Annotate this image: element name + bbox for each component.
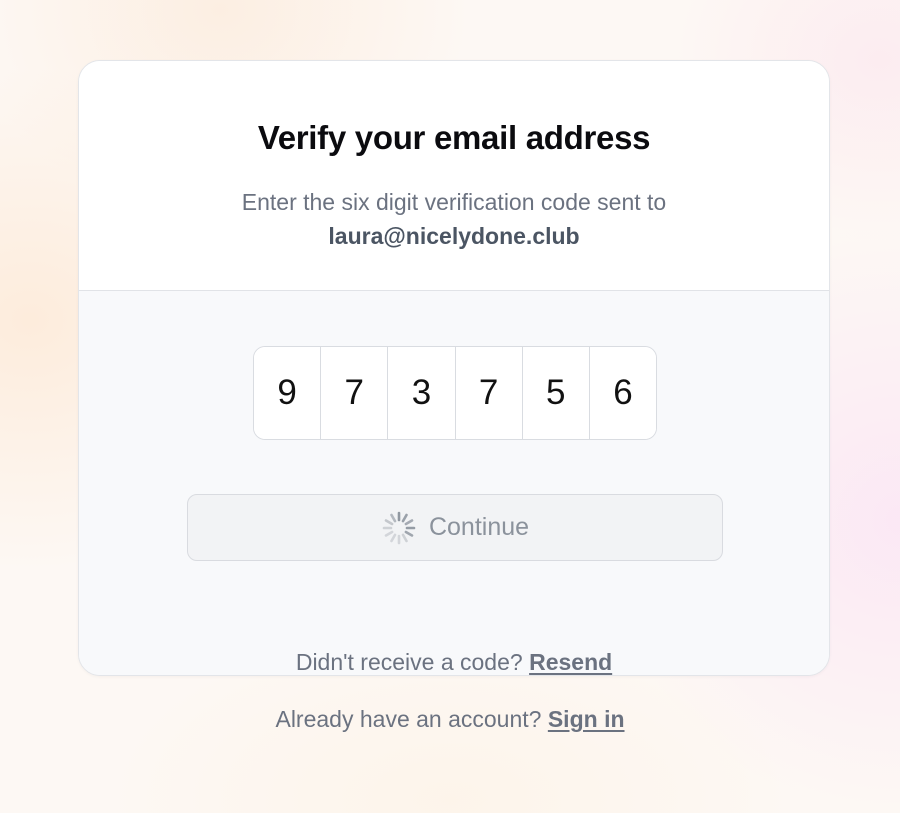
card-body: Continue Didn't receive a code? Resend [79, 291, 829, 675]
resend-link[interactable]: Resend [529, 649, 612, 675]
verify-email-card: Verify your email address Enter the six … [78, 60, 830, 676]
instruction-text: Enter the six digit verification code se… [79, 185, 829, 253]
continue-button[interactable]: Continue [187, 494, 723, 561]
instruction-label: Enter the six digit verification code se… [241, 189, 667, 215]
spinner-icon [382, 511, 416, 544]
resend-row: Didn't receive a code? Resend [79, 649, 829, 675]
continue-button-label: Continue [428, 513, 530, 541]
sign-in-row: Already have an account? Sign in [0, 706, 900, 733]
verification-code-input [253, 346, 657, 440]
sign-in-link[interactable]: Sign in [548, 706, 625, 732]
card-header: Verify your email address Enter the six … [79, 61, 829, 291]
code-digit-5[interactable] [522, 347, 590, 439]
code-digit-1[interactable] [254, 347, 322, 439]
code-digit-6[interactable] [589, 347, 656, 439]
code-digit-4[interactable] [455, 347, 523, 439]
recipient-email: laura@nicelydone.club [328, 223, 580, 249]
sign-in-prompt: Already have an account? [275, 706, 542, 732]
resend-prompt: Didn't receive a code? [295, 649, 523, 675]
page-title: Verify your email address [257, 119, 651, 156]
code-digit-3[interactable] [388, 347, 456, 439]
code-digit-2[interactable] [321, 347, 389, 439]
